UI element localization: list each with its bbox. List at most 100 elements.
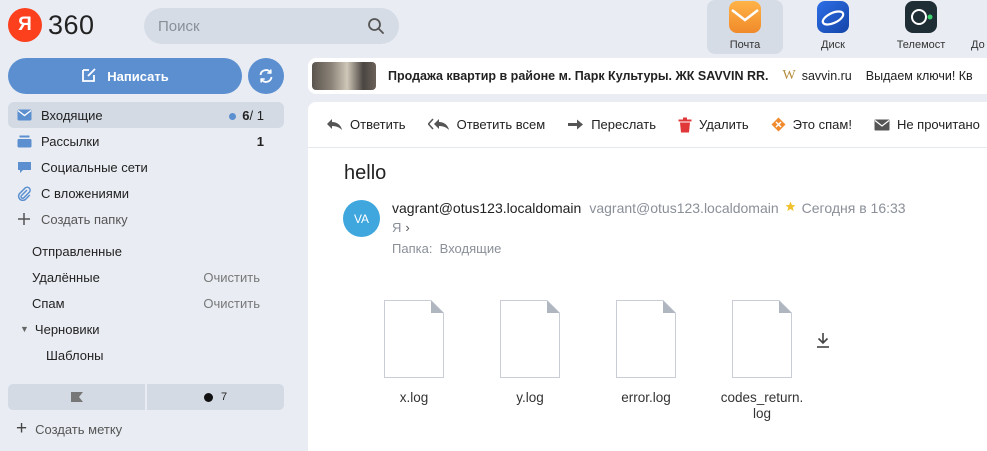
service-docs[interactable]: До — [971, 0, 987, 54]
folder-drafts[interactable]: ▼ Черновики — [8, 316, 284, 342]
attachments-list: x.log y.log error.log codes_return. log — [356, 300, 820, 422]
message-folder-line: Папка: Входящие — [392, 241, 501, 256]
search-icon[interactable] — [367, 17, 385, 35]
plus-icon: + — [16, 418, 28, 439]
flag-icon — [70, 392, 83, 402]
compose-pencil-icon — [81, 67, 97, 86]
folder-spam[interactable]: Спам Очистить — [8, 290, 284, 316]
clear-deleted-button[interactable]: Очистить — [203, 270, 260, 285]
folder-deleted[interactable]: Удалённые Очистить — [8, 264, 284, 290]
unread-dot-icon — [229, 112, 237, 120]
refresh-icon — [259, 69, 273, 83]
folder-inbox[interactable]: Входящие 6/ 1 — [8, 102, 284, 128]
reply-icon — [326, 118, 343, 131]
labels-bar: 7 — [8, 384, 284, 410]
yandex-360-logo[interactable]: Я 360 — [8, 8, 95, 42]
sender-name[interactable]: vagrant@otus123.localdomain — [392, 200, 581, 216]
download-all-button[interactable] — [816, 332, 830, 351]
newsletters-icon — [16, 134, 32, 148]
paperclip-icon — [16, 185, 32, 201]
delete-label: Удалить — [698, 117, 749, 132]
compose-label: Написать — [107, 68, 169, 84]
folder-attachments[interactable]: С вложениями — [8, 180, 284, 206]
forward-label: Переслать — [591, 117, 656, 132]
chevron-right-icon: › — [405, 220, 410, 235]
folder-inbox-label: Входящие — [41, 107, 103, 123]
sender-email[interactable]: vagrant@otus123.localdomain — [589, 200, 778, 216]
spam-button[interactable]: Это спам! — [771, 117, 852, 132]
important-label-button[interactable] — [8, 384, 145, 410]
top-bar: Я 360 Почта Диск Телемост — [0, 0, 987, 56]
create-label-button[interactable]: + Создать метку — [16, 418, 122, 440]
ad-logo-icon: W — [782, 68, 796, 83]
reply-label: Ответить — [350, 117, 406, 132]
attachment-item[interactable]: x.log — [356, 300, 472, 422]
attachment-item[interactable]: codes_return. log — [704, 300, 820, 422]
unread-label-button[interactable]: 7 — [147, 384, 284, 410]
folder-prefix: Папка: — [392, 241, 433, 256]
delete-button[interactable]: Удалить — [678, 117, 749, 133]
important-star-icon[interactable] — [785, 201, 796, 215]
service-telemost-label: Телемост — [896, 39, 946, 51]
message-date: Сегодня в 16:33 — [801, 200, 906, 216]
folder-deleted-label: Удалённые — [32, 269, 100, 285]
service-disk-label: Диск — [821, 39, 845, 51]
folder-spam-label: Спам — [32, 295, 65, 311]
ad-text: Выдаем ключи! Кв — [865, 69, 973, 83]
mail-envelope-icon — [729, 1, 761, 33]
folder-drafts-label: Черновики — [34, 321, 100, 337]
message-subject: hello — [344, 162, 387, 184]
unread-label-count: 7 — [220, 391, 228, 403]
attachment-item[interactable]: error.log — [588, 300, 704, 422]
message-panel: Ответить Ответить всем Переслать Удалить… — [308, 102, 987, 451]
docs-icon — [971, 1, 987, 33]
create-folder-label: Создать папку — [41, 211, 128, 227]
service-telemost[interactable]: Телемост — [883, 0, 959, 54]
spam-icon — [771, 117, 786, 132]
ad-banner[interactable]: Продажа квартир в районе м. Парк Культур… — [308, 58, 987, 94]
mark-unread-button[interactable]: Не прочитано — [874, 117, 980, 132]
create-label-text: Создать метку — [35, 421, 123, 437]
recipient-line[interactable]: Я › — [392, 220, 410, 235]
social-icon — [16, 160, 32, 174]
attachment-name: y.log — [516, 390, 544, 405]
search-input[interactable] — [158, 17, 367, 35]
folder-newsletters[interactable]: Рассылки 1 — [8, 128, 284, 154]
sender-line: vagrant@otus123.localdomain vagrant@otus… — [392, 200, 906, 216]
sender-avatar[interactable]: VA — [343, 200, 380, 237]
clear-spam-button[interactable]: Очистить — [203, 296, 260, 311]
search-box[interactable] — [144, 8, 399, 44]
folder-newsletters-label: Рассылки — [41, 133, 100, 149]
collapse-triangle-icon[interactable]: ▼ — [20, 324, 29, 334]
folder-name[interactable]: Входящие — [440, 241, 502, 256]
folder-social[interactable]: Социальные сети — [8, 154, 284, 180]
ya-logo-icon: Я — [8, 8, 42, 42]
plus-icon — [16, 212, 32, 226]
refresh-button[interactable] — [248, 58, 284, 94]
file-icon — [616, 300, 676, 378]
folder-templates[interactable]: Шаблоны — [8, 342, 284, 368]
service-disk[interactable]: Диск — [795, 0, 871, 54]
folder-templates-label: Шаблоны — [46, 347, 104, 363]
black-dot-icon — [203, 392, 213, 402]
reply-button[interactable]: Ответить — [326, 117, 406, 132]
forward-arrow-icon — [567, 118, 584, 131]
attachment-name-line1: codes_return. — [720, 390, 804, 405]
attachment-item[interactable]: y.log — [472, 300, 588, 422]
services-bar: Почта Диск Телемост До — [707, 0, 987, 54]
telemost-camera-icon — [905, 1, 937, 33]
disk-icon — [817, 1, 849, 33]
attachment-name: x.log — [399, 390, 429, 405]
folder-list: Входящие 6/ 1 Рассылки 1 Социальные сети… — [8, 102, 284, 368]
create-folder-button[interactable]: Создать папку — [8, 206, 284, 232]
download-icon — [817, 333, 829, 348]
message-toolbar: Ответить Ответить всем Переслать Удалить… — [308, 102, 987, 148]
reply-all-icon — [427, 118, 450, 131]
folder-sent[interactable]: Отправленные — [8, 238, 284, 264]
service-mail[interactable]: Почта — [707, 0, 783, 54]
compose-button[interactable]: Написать — [8, 58, 242, 94]
attachment-name: codes_return. log — [712, 390, 812, 422]
forward-button[interactable]: Переслать — [567, 117, 656, 132]
reply-all-button[interactable]: Ответить всем — [427, 117, 545, 132]
ad-thumbnail — [312, 62, 376, 90]
